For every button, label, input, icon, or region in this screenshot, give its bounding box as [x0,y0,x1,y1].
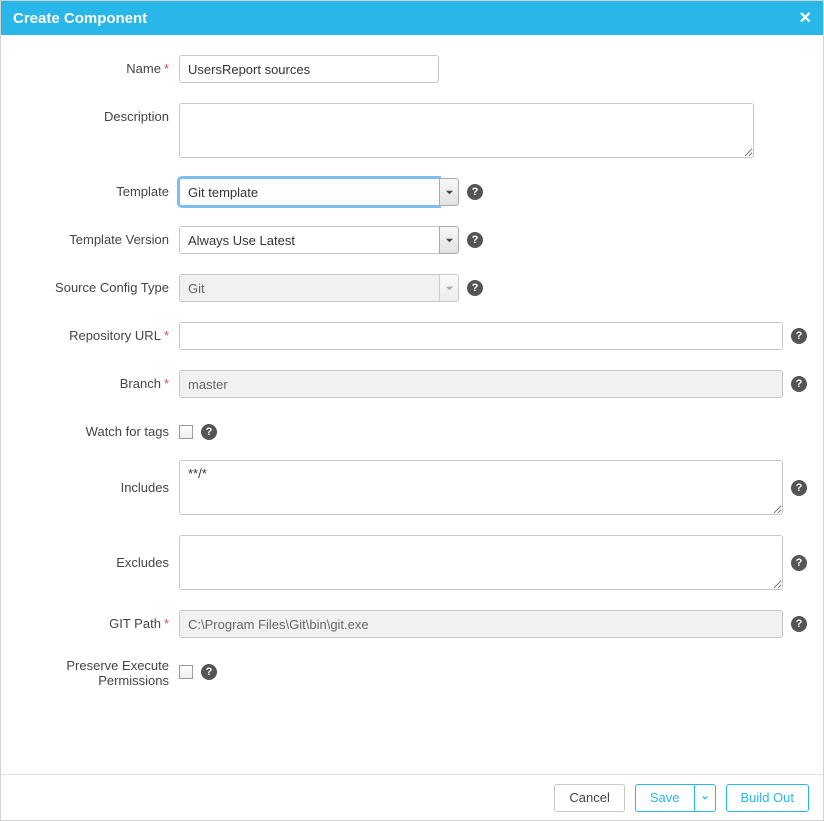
template-version-select[interactable]: Always Use Latest [179,226,459,254]
label-excludes: Excludes [9,535,179,570]
help-icon[interactable]: ? [467,280,483,296]
row-template: Template Git template ? [9,178,807,206]
help-icon[interactable]: ? [201,424,217,440]
excludes-textarea[interactable] [179,535,783,590]
source-config-type-select: Git [179,274,459,302]
preserve-exec-checkbox[interactable] [179,665,193,679]
row-watch-for-tags: Watch for tags ? [9,418,807,440]
required-marker: * [164,61,169,76]
source-config-type-value: Git [179,274,439,302]
branch-field: master [179,370,783,398]
help-icon[interactable]: ? [791,376,807,392]
watch-for-tags-checkbox[interactable] [179,425,193,439]
save-button[interactable]: Save [635,784,694,812]
dialog-body: Name* Description Template Git template [1,35,823,774]
label-git-path: GIT Path* [9,610,179,631]
template-select[interactable]: Git template [179,178,459,206]
help-icon[interactable]: ? [791,555,807,571]
required-marker: * [164,376,169,391]
row-git-path: GIT Path* C:\Program Files\Git\bin\git.e… [9,610,807,638]
label-branch: Branch* [9,370,179,391]
label-name: Name* [9,55,179,76]
save-split-button: Save [635,784,716,812]
row-includes: Includes **/* ? [9,460,807,515]
help-icon[interactable]: ? [201,664,217,680]
help-icon[interactable]: ? [791,480,807,496]
row-description: Description [9,103,807,158]
row-branch: Branch* master ? [9,370,807,398]
save-caret-icon[interactable] [694,784,716,812]
label-repository-url: Repository URL* [9,322,179,343]
create-component-dialog: Create Component × Name* Description [0,0,824,821]
help-icon[interactable]: ? [791,616,807,632]
chevron-down-icon[interactable] [439,226,459,254]
row-repository-url: Repository URL* ? [9,322,807,350]
label-includes: Includes [9,460,179,495]
label-source-config-type: Source Config Type [9,274,179,295]
row-name: Name* [9,55,807,83]
required-marker: * [164,616,169,631]
form-scroll-area[interactable]: Name* Description Template Git template [1,35,823,774]
help-icon[interactable]: ? [467,184,483,200]
row-excludes: Excludes ? [9,535,807,590]
label-description: Description [9,103,179,124]
cancel-button[interactable]: Cancel [554,784,624,812]
row-template-version: Template Version Always Use Latest ? [9,226,807,254]
chevron-down-icon [439,274,459,302]
dialog-footer: Cancel Save Build Out [1,774,823,820]
dialog-title: Create Component [13,10,147,27]
includes-textarea[interactable]: **/* [179,460,783,515]
repository-url-input[interactable] [179,322,783,350]
help-icon[interactable]: ? [791,328,807,344]
close-icon[interactable]: × [799,8,811,28]
row-preserve-exec: Preserve Execute Permissions ? [9,658,807,688]
template-version-value: Always Use Latest [179,226,439,254]
row-source-config-type: Source Config Type Git ? [9,274,807,302]
description-textarea[interactable] [179,103,754,158]
required-marker: * [164,328,169,343]
build-out-button[interactable]: Build Out [726,784,809,812]
name-input[interactable] [179,55,439,83]
spacer [9,708,807,748]
dialog-titlebar: Create Component × [1,1,823,35]
template-select-value: Git template [179,178,439,206]
label-template-version: Template Version [9,226,179,247]
git-path-field: C:\Program Files\Git\bin\git.exe [179,610,783,638]
label-template: Template [9,178,179,199]
label-preserve-exec: Preserve Execute Permissions [9,658,179,688]
chevron-down-icon[interactable] [439,178,459,206]
help-icon[interactable]: ? [467,232,483,248]
label-watch-for-tags: Watch for tags [9,418,179,439]
